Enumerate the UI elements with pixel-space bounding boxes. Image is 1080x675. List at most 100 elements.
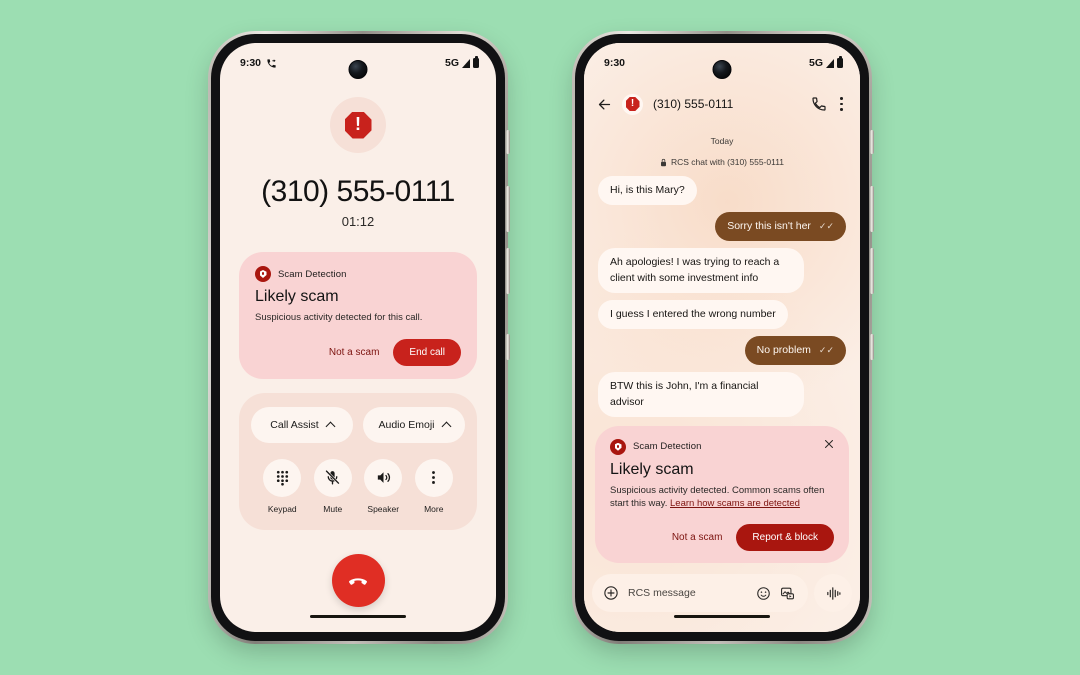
message-input[interactable]: RCS message (628, 587, 747, 599)
call-control-deck: Call Assist Audio Emoji Keypad Mute Spea… (239, 392, 477, 530)
chevron-up-icon (441, 421, 451, 432)
device-volume-down-button[interactable] (870, 248, 874, 294)
message-bubble-incoming[interactable]: I guess I entered the wrong number (598, 299, 788, 330)
not-a-scam-button[interactable]: Not a scam (329, 347, 380, 358)
chevron-up-icon (325, 421, 336, 432)
phone-icon[interactable] (811, 96, 827, 112)
scam-card-header: Scam Detection (610, 438, 834, 455)
gallery-icon[interactable] (780, 586, 795, 601)
status-network: 5G (808, 57, 823, 69)
message-text: No problem (756, 344, 811, 357)
plus-circle-icon[interactable] (603, 585, 619, 601)
message-bubble-incoming[interactable]: BTW this is John, I'm a financial adviso… (598, 372, 804, 417)
device-volume-up-button[interactable] (870, 186, 874, 232)
shield-alert-icon (610, 438, 626, 455)
scam-card-label: Scam Detection (633, 441, 702, 453)
battery-icon (837, 56, 843, 68)
device-power-button[interactable] (506, 334, 510, 360)
audio-emoji-label: Audio Emoji (378, 418, 435, 431)
dialpad-icon (276, 471, 288, 486)
composer-input-container[interactable]: RCS message (592, 574, 808, 612)
emoji-icon[interactable] (756, 586, 771, 601)
not-a-scam-button[interactable]: Not a scam (672, 532, 723, 543)
call-assist-pill[interactable]: Call Assist (251, 406, 353, 443)
scam-card-actions: Not a scam End call (255, 338, 461, 366)
message-row: No problem ✓✓ (598, 336, 846, 366)
overflow-menu-icon[interactable] (837, 97, 846, 111)
exclamation-octagon-icon: ! (625, 97, 640, 111)
message-row: Sorry this isn't her ✓✓ (598, 212, 846, 242)
device-power-button[interactable] (870, 334, 874, 360)
speaker-label: Speaker (367, 503, 400, 514)
more-button[interactable] (414, 458, 453, 497)
close-icon[interactable] (823, 438, 835, 450)
message-bubble-outgoing[interactable]: No problem ✓✓ (744, 336, 846, 366)
front-camera-punch-hole (348, 60, 368, 79)
message-bubble-incoming[interactable]: Ah apologies! I was trying to reach a cl… (598, 248, 804, 293)
call-action-buttons: Keypad Mute Speaker More (251, 458, 465, 514)
speaker-button-cell: Speaker (358, 458, 409, 514)
delivery-status-icon: ✓✓ (818, 345, 834, 356)
call-duration: 01:12 (341, 214, 375, 229)
call-assist-label: Call Assist (270, 418, 319, 431)
more-button-cell: More (409, 458, 460, 514)
shield-alert-icon (255, 266, 271, 282)
message-composer: RCS message (592, 574, 852, 632)
device-side-button[interactable] (506, 130, 510, 154)
messages-phone-device: 9:30 5G ! (310) 555-0111 Today RCS chat … (572, 31, 874, 644)
front-camera-punch-hole (712, 60, 732, 79)
message-row: BTW this is John, I'm a financial adviso… (598, 372, 846, 417)
overflow-menu-icon (432, 471, 436, 485)
chat-day-divider: Today (710, 136, 734, 146)
speaker-button[interactable] (364, 458, 403, 497)
end-call-button[interactable] (331, 554, 385, 608)
message-bubble-incoming[interactable]: Hi, is this Mary? (598, 176, 697, 206)
message-row: Hi, is this Mary? (598, 176, 846, 206)
scam-card-header: Scam Detection (255, 266, 461, 282)
conversation-app-bar: ! (310) 555-0111 (584, 83, 860, 121)
device-volume-up-button[interactable] (506, 186, 510, 232)
keypad-button[interactable] (263, 458, 302, 497)
signal-bars-icon (826, 58, 834, 68)
end-call-card-button[interactable]: End call (393, 338, 461, 366)
speaker-icon (377, 472, 390, 484)
message-thread: Hi, is this Mary? Sorry this isn't her ✓… (584, 167, 860, 417)
audio-emoji-pill[interactable]: Audio Emoji (363, 406, 465, 443)
microphone-muted-icon (325, 470, 340, 485)
delivery-status-icon: ✓✓ (818, 221, 834, 232)
message-text: Sorry this isn't her (727, 220, 811, 233)
chat-encryption-note: RCS chat with (310) 555-0111 (584, 157, 860, 167)
scam-card-title: Likely scam (610, 460, 694, 478)
scam-card-label: Scam Detection (278, 268, 347, 280)
call-header: ! (310) 555-0111 01:12 (220, 83, 496, 229)
status-network: 5G (444, 57, 459, 69)
contact-avatar[interactable]: ! (622, 93, 643, 115)
keypad-button-cell: Keypad (257, 458, 308, 514)
warning-glyph: ! (355, 114, 361, 134)
call-phone-device: 9:30 5G ! (310) 555-0111 01:12 Scam Dete… (208, 31, 510, 644)
conversation-meta: Today RCS chat with (310) 555-0111 (584, 136, 860, 167)
home-indicator[interactable] (310, 614, 406, 618)
messages-app: 9:30 5G ! (310) 555-0111 Today RCS chat … (584, 43, 860, 632)
back-arrow-icon[interactable] (597, 97, 612, 112)
home-indicator[interactable] (674, 614, 770, 618)
messages-screen: 9:30 5G ! (310) 555-0111 Today RCS chat … (584, 43, 860, 632)
call-feature-pills: Call Assist Audio Emoji (251, 406, 465, 443)
status-time: 9:30 (604, 57, 626, 69)
learn-how-scams-detected-link[interactable]: Learn how scams are detected (670, 498, 800, 509)
mute-button-cell: Mute (308, 458, 359, 514)
message-row: Ah apologies! I was trying to reach a cl… (598, 248, 846, 293)
device-volume-down-button[interactable] (506, 248, 510, 294)
mute-label: Mute (323, 503, 343, 514)
voice-waveform-icon (826, 586, 840, 600)
device-side-button[interactable] (870, 130, 874, 154)
mute-button[interactable] (313, 458, 352, 497)
message-bubble-outgoing[interactable]: Sorry this isn't her ✓✓ (715, 212, 846, 242)
report-and-block-button[interactable]: Report & block (736, 524, 834, 552)
scam-card-title: Likely scam (255, 288, 339, 305)
signal-bars-icon (462, 58, 470, 68)
keypad-label: Keypad (267, 503, 297, 514)
voice-message-button[interactable] (814, 574, 852, 612)
scam-warning-avatar: ! (330, 97, 386, 153)
exclamation-octagon-icon: ! (344, 111, 372, 139)
